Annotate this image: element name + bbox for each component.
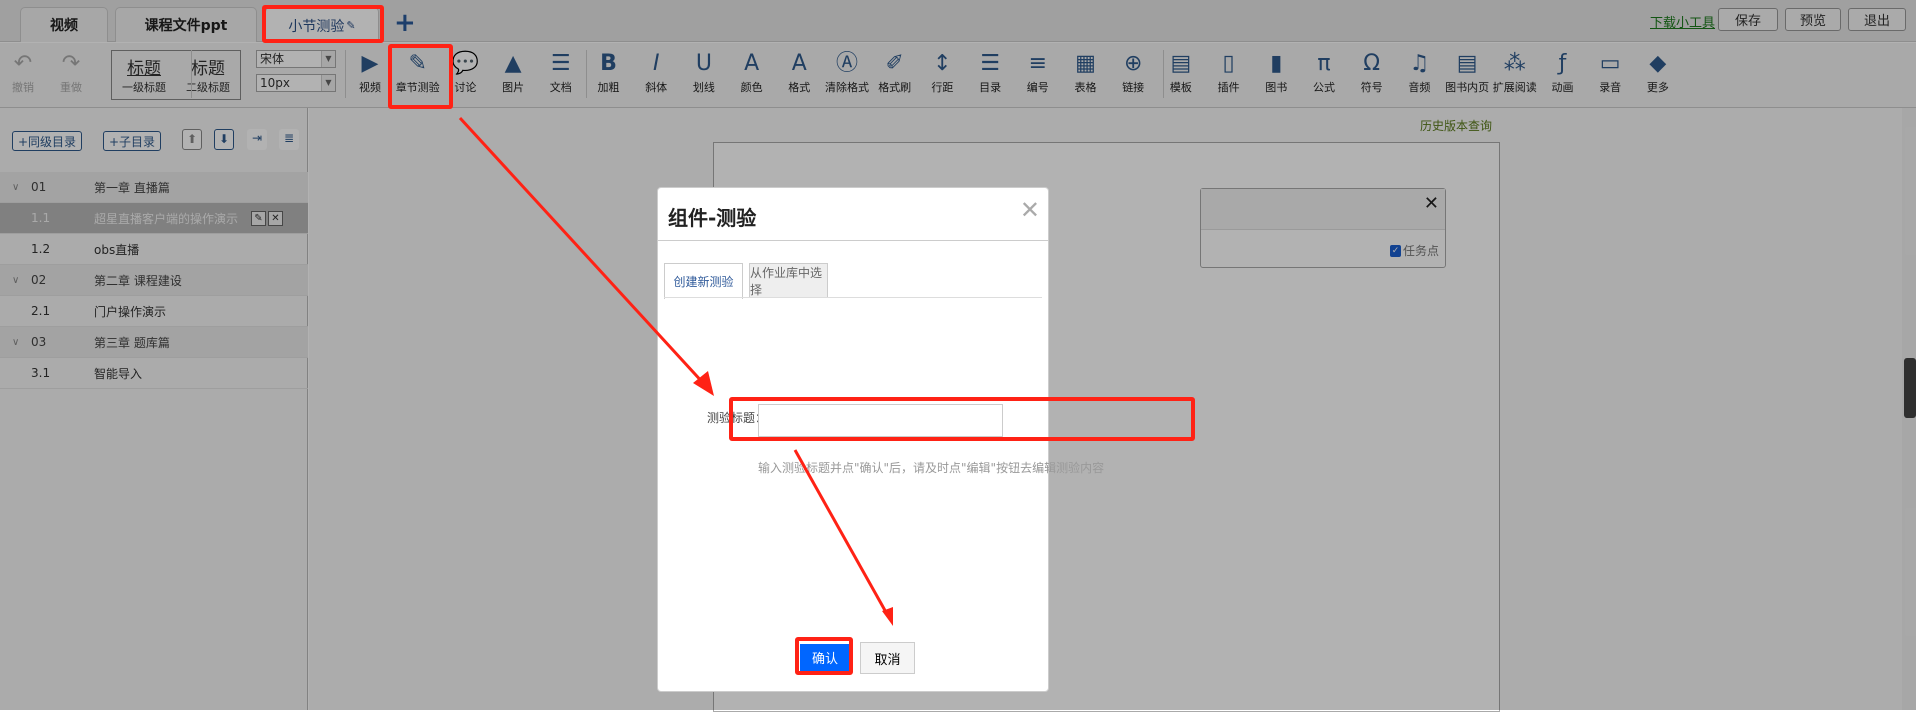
annotation-arrow <box>458 116 707 387</box>
annotation-arrow <box>793 449 889 615</box>
annotation-arrows <box>458 116 893 626</box>
